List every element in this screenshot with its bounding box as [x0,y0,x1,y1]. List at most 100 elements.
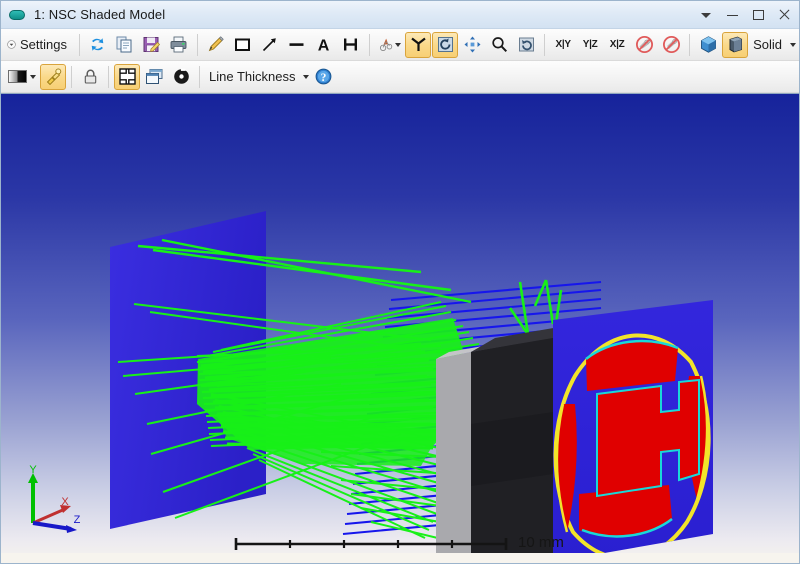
toolbar-bottom: Line Thickness ? [1,61,799,93]
printer-icon [169,35,188,54]
aperture-mask-upper-wall [471,338,553,424]
toolbar-separator [79,34,80,56]
update-button[interactable] [85,32,111,58]
window-layout-icon [145,67,164,86]
tripod-rotate-button[interactable] [405,32,431,58]
copy-clipboard-icon [115,35,134,54]
line-thickness-label[interactable]: Line Thickness [205,69,299,84]
settings-menu-button[interactable]: Settings [4,32,74,58]
scale-bar-label: 10 mm [518,534,564,551]
refresh-button[interactable] [168,64,194,90]
toolbar-top: Settings [1,29,799,61]
zoom-button[interactable] [486,32,512,58]
nsc-window-icon [4,2,30,28]
wireframe-button[interactable] [695,32,721,58]
toolbar-separator [108,66,109,88]
viewport-bottom-strip [1,553,799,563]
lighting-button[interactable] [40,64,66,90]
svg-text:A: A [318,38,330,55]
svg-text:?: ? [321,72,327,84]
scale-bar-group: 10 mm [231,534,564,551]
view-yz-label: Y|Z [580,39,601,50]
no-source-icon [662,35,681,54]
help-button[interactable]: ? [310,64,336,90]
dimension-h-icon [341,35,360,54]
hide-sources-button[interactable] [658,32,684,58]
window-title: 1: NSC Shaded Model [34,7,165,22]
maximize-icon[interactable] [745,2,771,28]
minimize-icon[interactable] [719,2,745,28]
fit-window-button[interactable] [114,64,140,90]
draw-rectangle-button[interactable] [230,32,256,58]
settings-label: Settings [16,37,71,52]
scene-geometry [110,211,713,563]
view-xz-button[interactable]: X|Z [604,32,630,58]
padlock-icon [81,67,100,86]
axis-y-label: Y [29,465,37,476]
view-xz-label: X|Z [607,39,628,50]
close-icon[interactable] [771,2,797,28]
view-yz-button[interactable]: Y|Z [577,32,603,58]
draw-line-button[interactable] [284,32,310,58]
axis-tripod-icon [409,35,428,54]
spin-button[interactable] [432,32,458,58]
nsc-shaded-model-window: 1: NSC Shaded Model Settings [0,0,800,564]
save-disk-icon [142,35,161,54]
arrow-icon [260,35,279,54]
undo-rotate-icon [517,35,536,54]
copy-button[interactable] [112,32,138,58]
axis-z-label: Z [74,514,81,526]
rotate-model-icon [378,35,394,54]
reset-view-button[interactable] [513,32,539,58]
view-xy-button[interactable]: X|Y [550,32,576,58]
gradient-swatch-icon [7,68,29,85]
solid-mode-button[interactable] [722,32,748,58]
axis-x-label: X [61,496,69,508]
window-controls [693,1,797,29]
optical-scene [1,94,799,563]
axis-triad: Y X Z [15,465,93,537]
detach-window-button[interactable] [141,64,167,90]
lock-button[interactable] [77,64,103,90]
magnifier-icon [490,35,509,54]
draw-pencil-button[interactable] [203,32,229,58]
rectangle-icon [233,35,252,54]
line-thickness-caret-icon[interactable] [303,75,309,79]
hide-rays-button[interactable] [631,32,657,58]
window-menu-chevron-icon[interactable] [693,2,719,28]
gradient-caret-icon[interactable] [30,75,36,79]
scale-bar [231,535,511,551]
toolbar-separator [689,34,690,56]
chevron-down-circle-icon [7,36,16,53]
save-button[interactable] [139,32,165,58]
text-a-icon: A [314,35,333,54]
solid-object-icon [726,35,745,54]
dimension-button[interactable] [338,32,364,58]
help-question-icon: ? [314,67,333,86]
view-xy-label: X|Y [552,39,573,50]
toolbar-separator [369,34,370,56]
draw-arrow-button[interactable] [257,32,283,58]
rotate-view-caret-icon[interactable] [395,43,401,47]
refresh-arrows-icon [88,35,107,54]
flashlight-icon [44,67,63,86]
render-mode-label[interactable]: Solid [749,37,786,52]
four-way-move-icon [463,35,482,54]
text-annotation-button[interactable]: A [311,32,337,58]
fit-expand-icon [118,67,137,86]
toolbar-separator [71,66,72,88]
line-icon [287,35,306,54]
circular-rotate-icon [436,35,455,54]
shaded-model-viewport[interactable]: Y X Z 10 mm [1,93,799,563]
toolbar-separator [544,34,545,56]
blue-cube-icon [699,35,718,54]
pan-button[interactable] [459,32,485,58]
clock-refresh-icon [172,67,191,86]
no-rays-icon [635,35,654,54]
pencil-icon [206,35,225,54]
print-button[interactable] [166,32,192,58]
title-bar: 1: NSC Shaded Model [1,1,799,29]
rotate-view-button[interactable] [375,32,404,58]
color-gradient-button[interactable] [4,64,39,90]
render-mode-caret-icon[interactable] [790,43,796,47]
